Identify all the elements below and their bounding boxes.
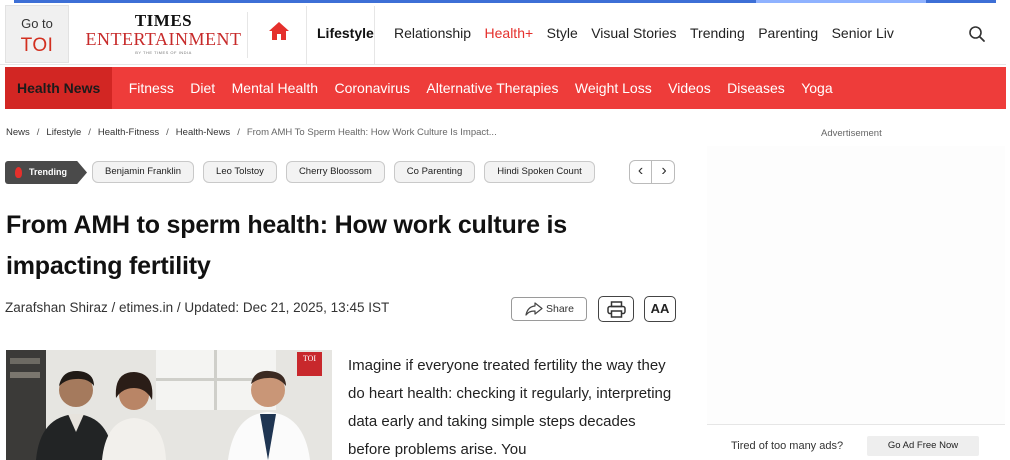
brand-line1: TIMES bbox=[134, 11, 193, 30]
toi-label: TOI bbox=[20, 35, 54, 56]
brand-logo[interactable]: TIMES ENTERTAINMENT BY THE TIMES OF INDI… bbox=[80, 12, 248, 58]
fire-icon bbox=[15, 167, 22, 178]
subnav-health-news[interactable]: Health News bbox=[5, 67, 113, 109]
section-lifestyle-link[interactable]: Lifestyle bbox=[317, 25, 374, 41]
breadcrumb-lifestyle[interactable]: Lifestyle bbox=[46, 127, 81, 138]
ad-label: Advertisement bbox=[821, 128, 882, 139]
nav-visual-stories[interactable]: Visual Stories bbox=[591, 25, 676, 41]
breadcrumb-news[interactable]: News bbox=[6, 127, 30, 138]
ad-slot[interactable] bbox=[707, 146, 1005, 424]
subnav-coronavirus[interactable]: Coronavirus bbox=[334, 67, 409, 109]
article-image bbox=[6, 350, 332, 460]
trending-arrows: ‹ › bbox=[629, 160, 675, 184]
article-body: Imagine if everyone treated fertility th… bbox=[348, 357, 672, 458]
breadcrumb-separator: / bbox=[237, 127, 240, 138]
trending-tag[interactable]: Leo Tolstoy bbox=[203, 161, 277, 183]
header-divider bbox=[306, 6, 307, 64]
ad-free-button[interactable]: Go Ad Free Now bbox=[867, 436, 979, 456]
site-header: Go to TOI TIMES ENTERTAINMENT BY THE TIM… bbox=[0, 3, 1006, 65]
trending-text: Trending bbox=[29, 167, 67, 177]
subnav-yoga[interactable]: Yoga bbox=[801, 67, 832, 109]
nav-parenting[interactable]: Parenting bbox=[758, 25, 818, 41]
breadcrumb-separator: / bbox=[88, 127, 91, 138]
goto-label: Go to bbox=[21, 16, 53, 31]
chevron-right-icon[interactable]: › bbox=[653, 161, 675, 183]
breadcrumb-separator: / bbox=[166, 127, 169, 138]
trending-tag[interactable]: Benjamin Franklin bbox=[92, 161, 195, 183]
brand-tagline: BY THE TIMES OF INDIA bbox=[135, 50, 192, 55]
ad-divider bbox=[707, 424, 1005, 425]
nav-health-plus[interactable]: Health+ bbox=[485, 25, 534, 41]
nav-trending[interactable]: Trending bbox=[690, 25, 745, 41]
subnav-videos[interactable]: Videos bbox=[668, 67, 711, 109]
goto-toi-button[interactable]: Go to TOI bbox=[5, 5, 69, 63]
print-icon bbox=[607, 301, 626, 318]
brand-line2: ENTERTAINMENT bbox=[85, 29, 242, 49]
top-nav: Relationship Health+ Style Visual Storie… bbox=[394, 25, 894, 45]
chevron-left-icon[interactable]: ‹ bbox=[630, 161, 652, 183]
share-button[interactable]: Share bbox=[511, 297, 587, 321]
toi-watermark: TOI bbox=[297, 352, 322, 376]
search-icon[interactable] bbox=[968, 25, 988, 45]
trending-tag[interactable]: Cherry Bloossom bbox=[285, 161, 385, 183]
breadcrumb: News / Lifestyle / Health-Fitness / Health-New… bbox=[6, 127, 497, 138]
trending-tags: Benjamin Franklin Leo Tolstoy Cherry Bloos… bbox=[92, 161, 618, 185]
subnav-alternative-therapies[interactable]: Alternative Therapies bbox=[426, 67, 558, 109]
subnav-weight-loss[interactable]: Weight Loss bbox=[575, 67, 652, 109]
font-size-button[interactable]: AA bbox=[644, 296, 676, 322]
article-headline: From AMH to sperm health: How work cultu… bbox=[6, 211, 567, 280]
health-subnav: Health News Fitness Diet Mental Health C… bbox=[5, 67, 1006, 109]
subnav-diet[interactable]: Diet bbox=[190, 67, 215, 109]
breadcrumb-health-news[interactable]: Health-News bbox=[176, 127, 230, 138]
nav-style[interactable]: Style bbox=[547, 25, 578, 41]
subnav-diseases[interactable]: Diseases bbox=[727, 67, 785, 109]
ad-free-prompt: Tired of too many ads? bbox=[731, 440, 844, 452]
nav-relationship[interactable]: Relationship bbox=[394, 25, 471, 41]
breadcrumb-separator: / bbox=[36, 127, 40, 138]
share-icon bbox=[525, 302, 543, 316]
trending-tag[interactable]: Co Parenting bbox=[393, 161, 476, 183]
print-button[interactable] bbox=[598, 296, 634, 322]
share-label: Share bbox=[546, 303, 575, 315]
trending-tag[interactable]: Hindi Spoken Count bbox=[484, 161, 595, 183]
nav-senior-living[interactable]: Senior Livi bbox=[832, 25, 894, 41]
breadcrumb-health-fitness[interactable]: Health-Fitness bbox=[98, 127, 159, 138]
header-divider bbox=[374, 6, 375, 64]
trending-label: Trending bbox=[5, 161, 87, 184]
subnav-fitness[interactable]: Fitness bbox=[129, 67, 174, 109]
article-byline: Zarafshan Shiraz / etimes.in / Updated: … bbox=[5, 300, 390, 315]
breadcrumb-current: From AMH To Sperm Health: How Work Cultu… bbox=[246, 127, 497, 138]
subnav-mental-health[interactable]: Mental Health bbox=[232, 67, 318, 109]
home-icon[interactable] bbox=[268, 21, 296, 47]
